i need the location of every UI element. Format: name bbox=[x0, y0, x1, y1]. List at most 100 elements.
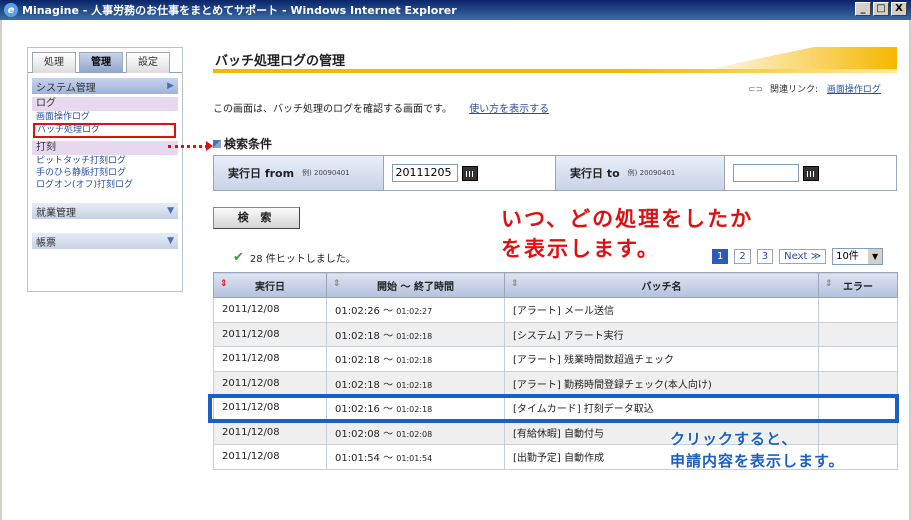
related-link-screen-log[interactable]: 画面操作ログ bbox=[827, 85, 881, 95]
column-batch-name-label: バッチ名 bbox=[641, 281, 682, 293]
minimize-button[interactable]: _ bbox=[855, 2, 871, 16]
help-link[interactable]: 使い方を表示する bbox=[469, 104, 549, 115]
sidebar-group-log: ログ bbox=[32, 97, 178, 111]
sidebar-tabs: 処理 管理 設定 bbox=[28, 48, 182, 73]
page-description: この画面は、バッチ処理のログを確認する画面です。 使い方を表示する bbox=[213, 100, 549, 115]
cell-error bbox=[818, 297, 898, 323]
per-page-value: 10件 bbox=[836, 251, 859, 262]
start-time: 01:02:18 bbox=[335, 330, 380, 342]
sidebar-section-label: 就業管理 bbox=[36, 207, 76, 219]
search-conditions: 実行日 from 例) 20090401 20111205 実行日 to 例) … bbox=[213, 155, 897, 191]
section-square-icon bbox=[213, 139, 221, 148]
next-page-link[interactable]: Next ≫ bbox=[779, 249, 827, 264]
start-time: 01:02:18 bbox=[335, 379, 380, 391]
search-button[interactable]: 検 索 bbox=[213, 207, 300, 229]
sidebar-link-batch-log[interactable]: バッチ処理ログ bbox=[33, 123, 176, 138]
sidebar-section-label: 帳票 bbox=[36, 237, 56, 249]
sort-desc-icon: ⇕ bbox=[220, 279, 228, 289]
page-2[interactable]: 2 bbox=[734, 249, 751, 264]
window-controls: _ □ X bbox=[855, 2, 907, 16]
table-row[interactable]: 2011/12/08 01:02:26 ～ 01:02:27 [アラート] メー… bbox=[213, 297, 898, 323]
cell-time: 01:01:54 ～ 01:01:54 bbox=[326, 444, 505, 470]
cell-date: 2011/12/08 bbox=[213, 419, 327, 445]
related-links: ⊂⊃ 関連リンク: 画面操作ログ bbox=[748, 82, 881, 95]
maximize-button[interactable]: □ bbox=[873, 2, 889, 16]
search-section-header: 検索条件 bbox=[213, 135, 272, 152]
to-date-input[interactable] bbox=[732, 164, 799, 182]
sidebar-section-reports[interactable]: 帳票 ▼ bbox=[32, 233, 178, 249]
column-time[interactable]: ⇕ 開始 ～ 終了時間 bbox=[326, 272, 505, 298]
sidebar-section-attendance[interactable]: 就業管理 ▼ bbox=[32, 203, 178, 219]
column-date-label: 実行日 bbox=[255, 281, 285, 293]
per-page-select[interactable]: 10件 ▼ bbox=[832, 248, 884, 265]
page-3[interactable]: 3 bbox=[756, 249, 774, 264]
browser-icon: e bbox=[4, 3, 18, 17]
dropdown-arrow-icon: ▼ bbox=[868, 249, 883, 264]
to-label-cell: 実行日 to 例) 20090401 bbox=[555, 156, 725, 190]
cell-time: 01:02:08 ～ 01:02:08 bbox=[326, 419, 505, 445]
table-row[interactable]: 2011/12/08 01:02:18 ～ 01:02:18 [システム] アラ… bbox=[213, 321, 898, 347]
calendar-icon[interactable] bbox=[802, 165, 819, 181]
red-dotted-arrow bbox=[168, 145, 208, 149]
cell-error bbox=[818, 370, 898, 396]
cell-date: 2011/12/08 bbox=[213, 346, 327, 372]
sidebar-link-pittouch-log[interactable]: ピットタッチ打刻ログ bbox=[36, 155, 182, 167]
column-batch-name[interactable]: ⇕ バッチ名 bbox=[504, 272, 819, 298]
table-header-row: ⇕ 実行日 ⇕ 開始 ～ 終了時間 ⇕ バッチ名 ⇕ エラー bbox=[213, 272, 898, 298]
start-time: 01:02:18 bbox=[335, 355, 380, 367]
related-label: 関連リンク: bbox=[769, 85, 819, 95]
cell-batch-name: [アラート] 残業時間数超過チェック bbox=[504, 346, 819, 372]
column-time-label: 開始 ～ 終了時間 bbox=[377, 281, 454, 293]
close-button[interactable]: X bbox=[891, 2, 907, 16]
link-chain-icon: ⊂⊃ bbox=[748, 85, 764, 95]
tab-settings[interactable]: 設定 bbox=[126, 52, 170, 73]
check-icon: ✔ bbox=[233, 250, 244, 265]
blue-annotation: クリックすると、 申請内容を表示します。 bbox=[670, 428, 845, 472]
sort-icon: ⇕ bbox=[511, 279, 519, 289]
table-row[interactable]: 2011/12/08 01:02:18 ～ 01:02:18 [アラート] 残業… bbox=[213, 346, 898, 372]
table-row[interactable]: 2011/12/08 01:02:18 ～ 01:02:18 [アラート] 勤務… bbox=[213, 370, 898, 396]
sidebar-group-stamp: 打刻 bbox=[32, 141, 178, 155]
cell-batch-name: [アラート] メール送信 bbox=[504, 297, 819, 323]
triangle-right-icon: ▶ bbox=[167, 81, 174, 91]
sidebar-section-system[interactable]: システム管理 ▶ bbox=[32, 78, 178, 94]
from-label: 実行日 from bbox=[228, 167, 295, 180]
from-input-cell: 20111205 bbox=[384, 156, 555, 190]
column-date[interactable]: ⇕ 実行日 bbox=[213, 272, 327, 298]
start-time: 01:02:26 bbox=[335, 306, 380, 318]
cell-batch-name: [アラート] 勤務時間登録チェック(本人向け) bbox=[504, 370, 819, 396]
hit-count: ✔ 28 件ヒットしました。 bbox=[233, 250, 356, 265]
cell-time: 01:02:18 ～ 01:02:18 bbox=[326, 370, 505, 396]
cell-time: 01:02:26 ～ 01:02:27 bbox=[326, 297, 505, 323]
selected-row-highlight bbox=[208, 394, 899, 423]
window-titlebar: e Minagine - 人事労務のお仕事をまとめてサポート - Windows… bbox=[0, 0, 911, 20]
search-section-title: 検索条件 bbox=[224, 137, 273, 151]
column-error[interactable]: ⇕ エラー bbox=[818, 272, 898, 298]
hit-count-text: 28 件ヒットしました。 bbox=[249, 254, 356, 265]
tab-management[interactable]: 管理 bbox=[79, 52, 123, 73]
tab-processing[interactable]: 処理 bbox=[32, 52, 76, 73]
end-time: 01:02:18 bbox=[396, 331, 433, 341]
end-time: 01:02:18 bbox=[396, 380, 433, 390]
sort-icon: ⇕ bbox=[333, 279, 341, 289]
sidebar: 処理 管理 設定 システム管理 ▶ ログ 画面操作ログ バッチ処理ログ 打刻 ピ… bbox=[27, 47, 183, 292]
page-1[interactable]: 1 bbox=[712, 249, 729, 264]
end-time: 01:02:08 bbox=[396, 429, 433, 439]
pagination: 1 2 3 Next ≫ 10件 ▼ bbox=[712, 248, 884, 265]
start-time: 01:02:08 bbox=[335, 428, 380, 440]
cell-date: 2011/12/08 bbox=[213, 444, 327, 470]
title-underline bbox=[213, 69, 897, 73]
red-annotation-line1: いつ、どの処理をしたか bbox=[501, 207, 754, 231]
blue-annotation-line1: クリックすると、 bbox=[670, 430, 798, 448]
sidebar-link-logon-log[interactable]: ログオン(オフ)打刻ログ bbox=[36, 179, 182, 191]
sidebar-link-palm-vein-log[interactable]: 手のひら静脈打刻ログ bbox=[36, 167, 182, 179]
start-time: 01:01:54 bbox=[335, 453, 380, 465]
from-date-input[interactable]: 20111205 bbox=[391, 164, 458, 182]
sidebar-link-screen-log[interactable]: 画面操作ログ bbox=[36, 111, 182, 123]
cell-time: 01:02:18 ～ 01:02:18 bbox=[326, 346, 505, 372]
sidebar-section-label: システム管理 bbox=[36, 82, 96, 94]
to-example: 例) 20090401 bbox=[627, 169, 676, 177]
calendar-icon[interactable] bbox=[461, 165, 478, 181]
red-arrow-head-icon bbox=[206, 141, 213, 151]
page-title: バッチ処理ログの管理 bbox=[215, 54, 346, 69]
